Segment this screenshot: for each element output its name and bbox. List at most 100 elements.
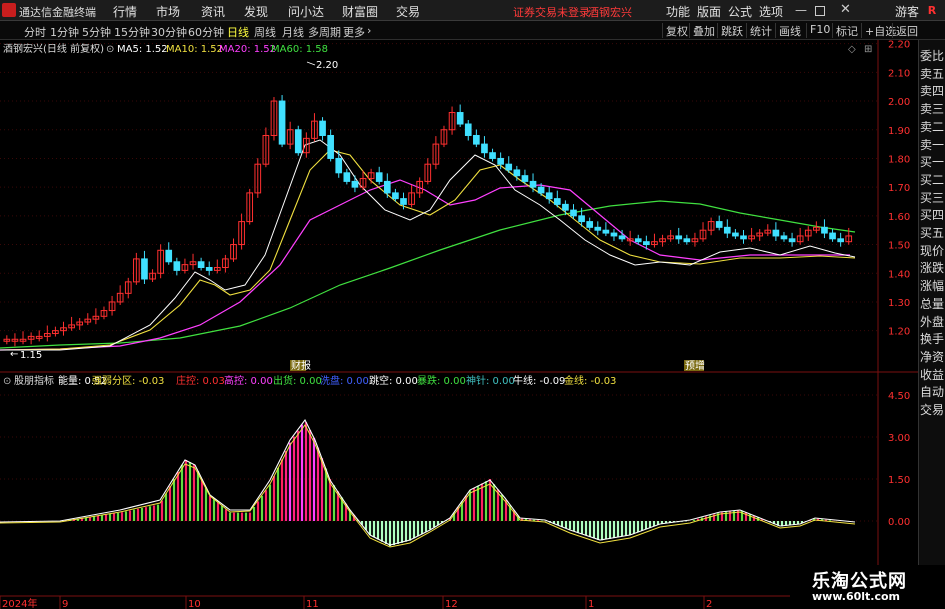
candle-body <box>553 198 561 205</box>
period-30min[interactable]: 30分钟 <box>151 24 187 40</box>
menu-market[interactable]: 市场 <box>156 3 180 20</box>
ma10-label: MA10: 1.52 <box>166 44 223 55</box>
indicator-value-label: 强弱分区: -0.03 <box>92 375 164 387</box>
candle-body <box>780 235 788 240</box>
candle-body <box>618 235 626 240</box>
indicator-value-label: 洗盘: 0.00 <box>320 374 369 387</box>
period-weekly[interactable]: 周线 <box>254 24 276 40</box>
candle-body <box>197 261 205 269</box>
guest-user[interactable]: 游客 <box>895 3 919 20</box>
adjust-button[interactable]: 复权 <box>662 23 691 38</box>
mark-button[interactable]: 标记 <box>832 23 861 38</box>
candle-body <box>683 238 691 243</box>
period-1min[interactable]: 1分钟 <box>50 24 79 40</box>
top-right-badge[interactable]: R <box>921 2 943 20</box>
candle-body <box>675 235 683 240</box>
x-axis-label: 2024年 <box>2 597 37 609</box>
candle-body <box>335 157 343 174</box>
price-tick-label: 1.90 <box>888 126 910 137</box>
chart-settings-icon[interactable]: ⊙ <box>106 44 114 55</box>
menu-ask-xiaoda[interactable]: 问小达 <box>288 3 324 20</box>
indicator-value-label: 牛线: -0.09 <box>513 374 565 387</box>
watermark: 乐淘公式网 www.60lt.com <box>790 565 945 609</box>
x-axis-label: 2 <box>706 599 712 609</box>
candle-body <box>351 180 359 188</box>
preincrease-marker[interactable]: 预增 <box>685 359 705 372</box>
price-tick-label: 2.20 <box>888 40 910 51</box>
menu-formula[interactable]: 公式 <box>728 3 752 20</box>
candle-body <box>392 192 399 200</box>
candle-body <box>319 120 326 136</box>
price-tick-label: 1.50 <box>888 241 910 252</box>
kline-chart[interactable]: 酒钢宏兴(日线 前复权) ⊙ MA5: 1.52 MA10: 1.52 MA20… <box>0 40 918 609</box>
indicator-tick-label: 1.50 <box>888 475 910 486</box>
earnings-marker[interactable]: 财报 <box>291 359 311 372</box>
period-15min[interactable]: 15分钟 <box>114 24 150 40</box>
high-price-label: 2.20 <box>316 60 338 71</box>
chart-expand-icon[interactable]: ⊞ <box>864 44 872 55</box>
indicator-value-label: 出货: 0.00 <box>273 374 322 387</box>
period-daily[interactable]: 日线 <box>227 24 249 40</box>
draw-line-button[interactable]: 画线 <box>775 23 804 38</box>
candle-body <box>505 163 513 171</box>
period-toolbar: 分时 1分钟 5分钟 15分钟 30分钟 60分钟 日线 周线 月线 多周期 更… <box>0 4 945 40</box>
stats-button[interactable]: 统计 <box>746 23 775 38</box>
candle-body <box>562 203 569 211</box>
menu-bar: 通达信金融终端 行情 市场 资讯 发现 问小达 财富圈 交易 证券交易未登录 酒… <box>0 0 945 21</box>
side-panel-item[interactable]: 交易 <box>920 400 945 420</box>
candle-body <box>643 241 650 246</box>
low-price-label: ← <box>10 349 18 360</box>
chart-diamond-icon[interactable]: ◇ <box>848 44 856 55</box>
menu-quotes[interactable]: 行情 <box>113 3 137 20</box>
menu-wealth-circle[interactable]: 财富圈 <box>342 3 378 20</box>
period-5min[interactable]: 5分钟 <box>82 24 111 40</box>
menu-news[interactable]: 资讯 <box>201 3 225 20</box>
candle-body <box>578 215 585 223</box>
x-axis-label: 12 <box>445 599 458 609</box>
menu-trade[interactable]: 交易 <box>396 3 420 20</box>
period-multi[interactable]: 多周期 <box>308 24 341 40</box>
indicator-toggle-icon[interactable]: ⊙ <box>3 376 11 387</box>
indicator-value-label: 金线: -0.03 <box>564 374 616 387</box>
candle-body <box>327 134 334 159</box>
indicator-value-label: 庄控: 0.03 <box>176 374 225 387</box>
candle-body <box>715 221 723 228</box>
candle-body <box>141 258 148 280</box>
price-tick-label: 1.40 <box>888 269 910 280</box>
period-more[interactable]: 更多 <box>343 24 365 40</box>
candle-body <box>481 143 488 154</box>
minimize-icon[interactable]: — <box>795 3 807 17</box>
menu-discover[interactable]: 发现 <box>244 3 268 20</box>
menu-function[interactable]: 功能 <box>666 3 690 20</box>
candle-body <box>294 129 302 154</box>
quote-side-panel: 委比 卖五 卖四 卖三 卖二 卖一 买一 买二 买三 买四 买五 现价 涨跌 涨幅 总量 外盘 换手 净资 收益 自动… <box>918 40 945 609</box>
indicator-value-label: 暴跌: 0.00 <box>417 374 466 387</box>
period-60min[interactable]: 60分钟 <box>188 24 224 40</box>
back-button[interactable]: 返回 <box>892 23 921 38</box>
price-tick-label: 1.70 <box>888 183 910 194</box>
period-tick[interactable]: 分时 <box>24 24 46 40</box>
candle-body <box>521 175 529 182</box>
low-price-value: 1.15 <box>20 350 42 361</box>
f10-button[interactable]: F10 <box>806 23 833 38</box>
overlay-button[interactable]: 叠加 <box>689 23 718 38</box>
close-icon[interactable]: ✕ <box>840 2 851 17</box>
candle-body <box>513 169 521 177</box>
candle-body <box>489 152 496 159</box>
watermark-url: www.60lt.com <box>812 590 901 603</box>
jump-button[interactable]: 跳跃 <box>717 23 746 38</box>
candle-body <box>529 180 537 188</box>
menu-layout[interactable]: 版面 <box>697 3 721 20</box>
login-status[interactable]: 证券交易未登录 <box>513 4 590 20</box>
period-more-arrow-icon[interactable]: › <box>367 24 371 37</box>
price-tick-label: 2.10 <box>888 68 910 79</box>
candle-body <box>165 249 173 263</box>
period-monthly[interactable]: 月线 <box>282 24 304 40</box>
indicator-value-label: 跳空: 0.00 <box>369 374 418 387</box>
menu-options[interactable]: 选项 <box>759 3 783 20</box>
candle-body <box>594 226 602 231</box>
candle-body <box>570 209 577 217</box>
restore-icon[interactable] <box>815 6 825 16</box>
candle-body <box>497 157 504 165</box>
candle-body <box>537 186 545 194</box>
